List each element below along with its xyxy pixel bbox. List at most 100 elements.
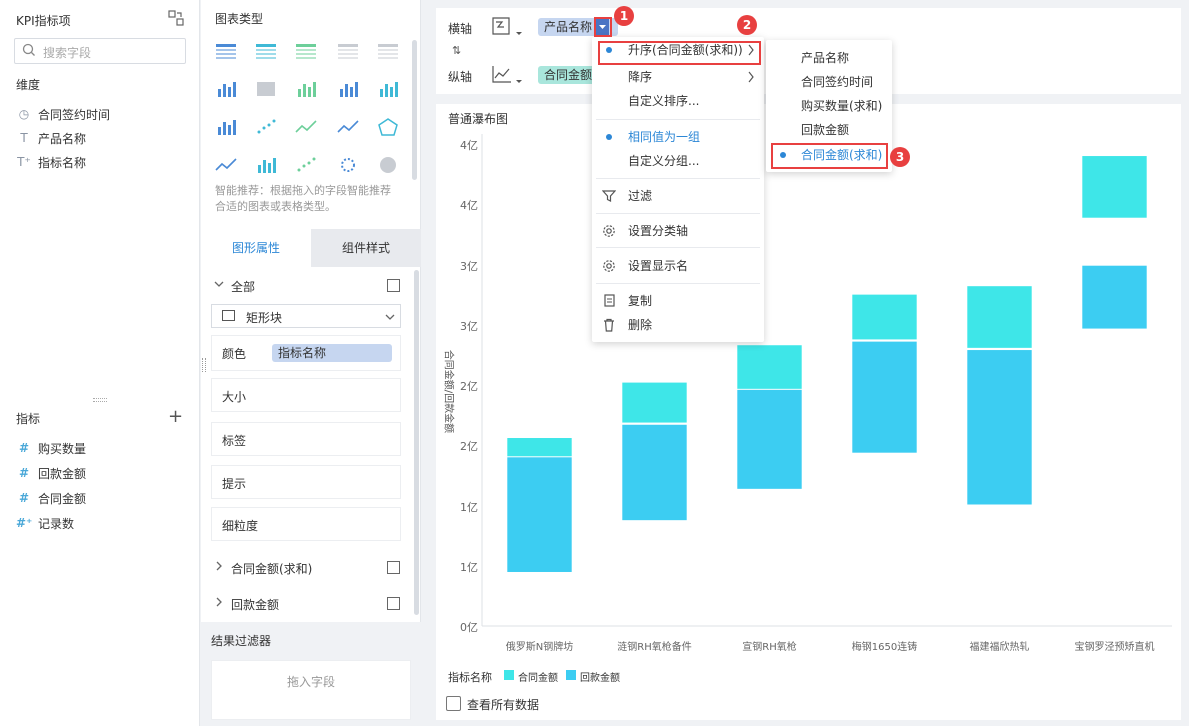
x-axis-ticks: 俄罗斯N钢牌坊 涟钢RH氧枪备件 宣钢RH氧枪 梅钢1650连铸 福建福欣热轧 宝钢罗泾预… — [436, 104, 1181, 720]
all-series-label: 全部 — [231, 280, 256, 294]
size-prop[interactable]: 大小 — [211, 378, 401, 412]
submenu-item[interactable]: 购买数量(求和) — [801, 95, 882, 117]
granularity-prop[interactable]: 细粒度 — [211, 507, 401, 541]
selected-dot-icon — [606, 134, 612, 140]
resize-handle[interactable] — [93, 398, 107, 402]
annotation-box-2 — [598, 41, 761, 65]
contract-series-checkbox[interactable] — [387, 561, 400, 574]
x-tick-label: 宣钢RH氧枪 — [742, 642, 797, 653]
size-label: 大小 — [222, 390, 247, 404]
y-axis-chart-type-icon[interactable] — [492, 64, 524, 86]
menu-item-same-group[interactable]: 相同值为一组 — [628, 126, 700, 148]
submenu-item[interactable]: 回款金额 — [801, 119, 849, 141]
detail-table-icon[interactable] — [295, 42, 321, 64]
field-label: 记录数 — [38, 516, 75, 531]
menu-item-set-axis[interactable]: 设置分类轴 — [628, 220, 688, 242]
annotation-badge: 1 — [614, 6, 634, 26]
color-table-icon[interactable] — [215, 80, 241, 102]
horizontal-bar-icon[interactable] — [215, 118, 241, 140]
annotation-box-3 — [771, 143, 888, 169]
area-chart-icon[interactable] — [215, 156, 241, 178]
waterfall-icon[interactable] — [255, 156, 281, 178]
radar-icon[interactable] — [377, 118, 403, 140]
text-t-plus-icon: T⁺ — [17, 155, 31, 169]
grid-table-icon[interactable] — [377, 42, 403, 64]
bar-chart-icon[interactable] — [337, 80, 363, 102]
props-scrollbar[interactable] — [414, 270, 419, 615]
hash-icon: # — [18, 441, 30, 455]
legend-swatch-payment — [566, 670, 576, 680]
y-axis-field-label: 合同金额 — [544, 68, 593, 82]
tab-graphic-props[interactable]: 图形属性 — [201, 229, 311, 267]
dimension-item[interactable]: ◷ 合同签约时间 — [16, 104, 110, 124]
menu-item-copy[interactable]: 复制 — [628, 290, 652, 312]
legend-item-contract[interactable]: 合同金额 — [518, 669, 558, 684]
x-axis-chart-type-icon[interactable] — [492, 16, 524, 38]
all-series-checkbox[interactable] — [387, 279, 400, 292]
text-t-icon: T — [20, 131, 28, 145]
stacked-bar-icon[interactable] — [295, 80, 321, 102]
gear-icon — [602, 259, 616, 276]
menu-item-custom-group[interactable]: 自定义分组... — [628, 150, 699, 172]
submenu-item[interactable]: 产品名称 — [801, 47, 849, 69]
panel-resize-handle[interactable] — [202, 358, 206, 372]
bubble-icon[interactable] — [337, 156, 363, 178]
menu-item-delete[interactable]: 删除 — [628, 314, 652, 336]
chart-type-scrollbar[interactable] — [412, 40, 417, 180]
measure-item[interactable]: # 回款金额 — [16, 463, 86, 483]
hash-plus-icon: #⁺ — [16, 516, 33, 530]
chevron-right-icon[interactable] — [213, 560, 225, 575]
shape-value: 矩形块 — [246, 311, 283, 325]
x-tick-label: 梅钢1650连铸 — [851, 642, 918, 653]
x-tick-label: 俄罗斯N钢牌坊 — [505, 642, 574, 653]
x-tick-label: 福建福欣热轧 — [969, 642, 1030, 653]
tooltip-label: 提示 — [222, 477, 247, 491]
show-all-checkbox[interactable] — [446, 696, 461, 711]
measure-item[interactable]: #⁺ 记录数 — [16, 513, 74, 533]
line-chart-icon[interactable] — [337, 118, 363, 140]
dimension-item[interactable]: T⁺ 指标名称 — [16, 152, 86, 172]
measure-item[interactable]: # 合同金额 — [16, 488, 86, 508]
add-measure-icon[interactable]: + — [168, 406, 183, 427]
x-tick-label: 涟钢RH氧枪备件 — [617, 642, 692, 653]
multi-line-icon[interactable] — [295, 118, 321, 140]
heatmap-icon[interactable] — [255, 80, 281, 102]
payment-series-checkbox[interactable] — [387, 597, 400, 610]
result-filter-dropzone[interactable]: 拖入字段 — [211, 660, 411, 720]
shape-select[interactable]: 矩形块 — [211, 304, 401, 328]
measure-item[interactable]: # 购买数量 — [16, 438, 86, 458]
legend-item-payment[interactable]: 回款金额 — [580, 669, 620, 684]
switch-dataset-icon[interactable] — [168, 10, 184, 26]
y-axis-field-pill[interactable]: 合同金额 — [538, 66, 599, 84]
tab-component-style[interactable]: 组件样式 — [311, 229, 421, 267]
submenu-item[interactable]: 合同签约时间 — [801, 71, 873, 93]
color-prop[interactable]: 颜色 指标名称 — [211, 335, 401, 371]
tooltip-prop[interactable]: 提示 — [211, 465, 401, 499]
x-axis-label: 横轴 — [448, 22, 473, 36]
kpi-number-icon[interactable] — [337, 42, 363, 64]
chevron-right-icon[interactable] — [213, 596, 225, 611]
dimensions-heading: 维度 — [16, 78, 41, 92]
column-chart-icon[interactable] — [377, 80, 403, 102]
menu-item-set-display-name[interactable]: 设置显示名 — [628, 255, 688, 277]
dot-scatter-icon[interactable] — [295, 156, 321, 178]
pie-chart-icon[interactable] — [377, 156, 403, 178]
crosstable-icon[interactable] — [255, 42, 281, 64]
legend-swatch-contract — [504, 670, 514, 680]
label-prop[interactable]: 标签 — [211, 422, 401, 456]
menu-item-descending[interactable]: 降序 — [628, 66, 652, 88]
scatter-step-icon[interactable] — [255, 118, 281, 140]
search-input[interactable]: 搜索字段 — [14, 38, 186, 64]
x-tick-label: 宝钢罗泾预矫直机 — [1074, 642, 1155, 653]
menu-item-filter[interactable]: 过滤 — [628, 185, 652, 207]
color-label: 颜色 — [222, 347, 247, 361]
chevron-down-icon[interactable] — [213, 278, 225, 293]
result-filter-title: 结果过滤器 — [211, 634, 272, 648]
menu-item-custom-sort[interactable]: 自定义排序... — [628, 90, 699, 112]
swap-axes-icon[interactable]: ⇅ — [452, 44, 461, 57]
color-field-pill[interactable]: 指标名称 — [272, 344, 392, 362]
dimension-item[interactable]: T 产品名称 — [16, 128, 86, 148]
field-label: 合同金额 — [38, 491, 87, 506]
copy-icon — [602, 294, 616, 311]
table-icon[interactable] — [215, 42, 241, 64]
